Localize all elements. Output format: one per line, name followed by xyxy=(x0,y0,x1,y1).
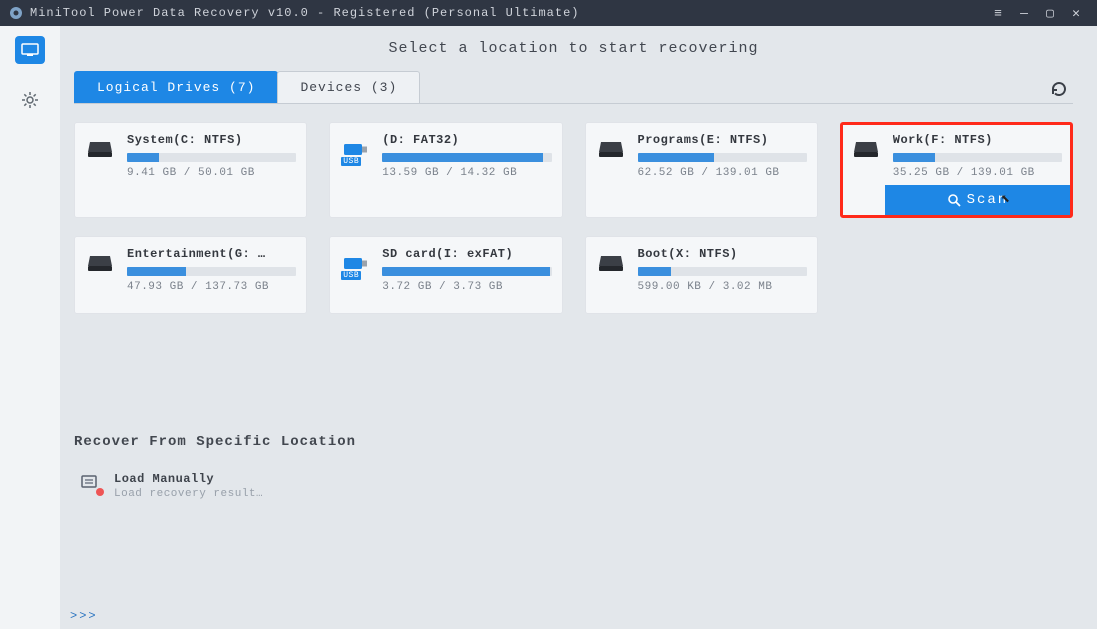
drive-card[interactable]: Programs(E: NTFS) 62.52 GB / 139.01 GB xyxy=(585,122,818,218)
drive-size: 9.41 GB / 50.01 GB xyxy=(127,167,296,179)
drive-size: 13.59 GB / 14.32 GB xyxy=(382,167,551,179)
minimize-button[interactable]: — xyxy=(1011,3,1037,23)
drive-name: Work(F: NTFS) xyxy=(893,133,1062,147)
drive-card[interactable]: Entertainment(G: … 47.93 GB / 137.73 GB xyxy=(74,236,307,314)
load-manually-row[interactable]: Load Manually Load recovery result… xyxy=(80,472,1073,500)
drive-name: SD card(I: exFAT) xyxy=(382,247,551,261)
refresh-button[interactable] xyxy=(1045,75,1073,103)
section-label: Recover From Specific Location xyxy=(74,434,1073,450)
drive-name: Programs(E: NTFS) xyxy=(638,133,807,147)
drive-name: (D: FAT32) xyxy=(382,133,551,147)
app-icon xyxy=(8,5,24,21)
hard-drive-icon xyxy=(85,251,115,275)
tab-devices[interactable]: Devices (3) xyxy=(277,71,420,103)
drive-size: 599.00 KB / 3.02 MB xyxy=(638,281,807,293)
drive-usage-bar xyxy=(638,153,807,162)
drive-usage-bar xyxy=(127,153,296,162)
tab-underline xyxy=(74,103,1073,104)
load-manually-subtitle: Load recovery result… xyxy=(114,488,263,500)
drive-size: 62.52 GB / 139.01 GB xyxy=(638,167,807,179)
usb-badge: USB xyxy=(341,157,361,166)
sidebar-settings-button[interactable] xyxy=(15,86,45,114)
titlebar: MiniTool Power Data Recovery v10.0 - Reg… xyxy=(0,0,1097,26)
drive-card[interactable]: Work(F: NTFS)35.25 GB / 139.01 GBScan⬉ xyxy=(840,122,1073,218)
drive-size: 47.93 GB / 137.73 GB xyxy=(127,281,296,293)
menu-button[interactable]: ≡ xyxy=(985,3,1011,23)
drive-name: System(C: NTFS) xyxy=(127,133,296,147)
expander-toggle[interactable]: >>> xyxy=(70,609,98,623)
hard-drive-icon xyxy=(596,251,626,275)
tab-logical-drives[interactable]: Logical Drives (7) xyxy=(74,71,278,103)
drive-name: Boot(X: NTFS) xyxy=(638,247,807,261)
hard-drive-icon xyxy=(85,137,115,161)
drive-name: Entertainment(G: … xyxy=(127,247,296,261)
drive-size: 3.72 GB / 3.73 GB xyxy=(382,281,551,293)
close-button[interactable]: ✕ xyxy=(1063,3,1089,23)
drive-usage-bar xyxy=(382,267,551,276)
maximize-button[interactable]: ▢ xyxy=(1037,3,1063,23)
scan-button[interactable]: Scan xyxy=(885,185,1070,215)
page-title: Select a location to start recovering xyxy=(74,40,1073,57)
drive-card[interactable]: USB SD card(I: exFAT) 3.72 GB / 3.73 GB xyxy=(329,236,562,314)
drive-usage-bar xyxy=(638,267,807,276)
drive-grid: System(C: NTFS) 9.41 GB / 50.01 GB USB (D: … xyxy=(74,122,1073,314)
hard-drive-icon xyxy=(596,137,626,161)
drive-usage-bar xyxy=(893,153,1062,162)
drive-usage-bar xyxy=(127,267,296,276)
tabs: Logical Drives (7) Devices (3) xyxy=(74,71,1073,103)
sidebar xyxy=(0,26,60,629)
window-title: MiniTool Power Data Recovery v10.0 - Reg… xyxy=(30,6,985,20)
usb-badge: USB xyxy=(341,271,361,280)
drive-size: 35.25 GB / 139.01 GB xyxy=(893,167,1062,179)
drive-usage-bar xyxy=(382,153,551,162)
load-manually-icon xyxy=(80,472,102,494)
hard-drive-icon xyxy=(851,137,881,161)
drive-card[interactable]: USB (D: FAT32) 13.59 GB / 14.32 GB xyxy=(329,122,562,218)
sidebar-home-button[interactable] xyxy=(15,36,45,64)
drive-card[interactable]: System(C: NTFS) 9.41 GB / 50.01 GB xyxy=(74,122,307,218)
load-manually-title: Load Manually xyxy=(114,472,263,486)
drive-card[interactable]: Boot(X: NTFS) 599.00 KB / 3.02 MB xyxy=(585,236,818,314)
